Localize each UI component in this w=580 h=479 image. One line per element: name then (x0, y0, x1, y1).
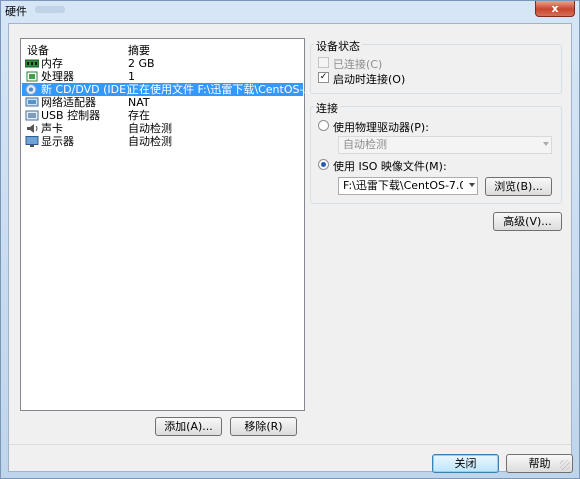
iso-image-radio[interactable] (318, 159, 329, 170)
device-list-header: 设备 摘要 (21, 41, 304, 58)
device-summary: 自动检测 (128, 135, 172, 148)
usb-icon (25, 110, 39, 121)
device-name: USB 控制器 (41, 109, 101, 122)
physical-drive-value: 自动检测 (343, 138, 387, 151)
device-list[interactable]: 设备 摘要 内存 2 GB 处理器 1 新 CD/DVD (IDE) 正在使用文… (20, 38, 314, 411)
add-device-button[interactable]: 添加(A)... (155, 417, 222, 436)
resize-grip[interactable] (560, 460, 570, 470)
device-name: 新 CD/DVD (IDE) (41, 83, 131, 96)
physical-drive-select[interactable]: 自动检测 (338, 136, 552, 154)
device-row-usb[interactable]: USB 控制器 存在 (22, 109, 303, 122)
connected-checkbox[interactable] (318, 57, 329, 68)
device-summary: NAT (128, 96, 150, 109)
cpu-icon (26, 71, 38, 82)
device-row-cd-dvd[interactable]: 新 CD/DVD (IDE) 正在使用文件 F:\迅雷下载\CentOS-... (22, 83, 314, 96)
browse-button[interactable]: 浏览(B)... (485, 177, 552, 196)
connect-at-power-on-label: 启动时连接(O) (333, 73, 406, 86)
device-status-title: 设备状态 (314, 38, 362, 54)
device-name: 内存 (41, 57, 63, 70)
device-summary: 存在 (128, 109, 150, 122)
column-header-device[interactable]: 设备 (27, 42, 49, 58)
advanced-button[interactable]: 高级(V)... (493, 212, 562, 231)
dialog-client-area: 设备 摘要 内存 2 GB 处理器 1 新 CD/DVD (IDE) 正在使用文… (8, 23, 573, 473)
remove-device-button[interactable]: 移除(R) (230, 417, 297, 436)
iso-path-combo[interactable]: F:\迅雷下载\CentOS-7.0-14( (338, 177, 478, 195)
chevron-down-icon (543, 142, 549, 146)
physical-drive-radio[interactable] (318, 120, 329, 131)
device-name: 处理器 (41, 70, 74, 83)
iso-path-value: F:\迅雷下载\CentOS-7.0-14( (343, 179, 463, 192)
hardware-dialog: 硬件 x 设备 摘要 内存 2 GB 处理器 1 新 CD/DVD (IDE) (0, 0, 580, 479)
device-row-network[interactable]: 网络适配器 NAT (22, 96, 303, 109)
device-summary: 1 (128, 70, 135, 83)
title-bar[interactable]: 硬件 x (1, 1, 579, 19)
memory-icon (25, 59, 39, 68)
connected-label: 已连接(C) (333, 58, 383, 71)
device-row-processor[interactable]: 处理器 1 (22, 70, 303, 83)
title-subtext-blurred (35, 6, 65, 13)
device-name: 网络适配器 (41, 96, 96, 109)
device-row-memory[interactable]: 内存 2 GB (22, 57, 303, 70)
column-header-summary[interactable]: 摘要 (128, 42, 150, 58)
device-summary: 自动检测 (128, 122, 172, 135)
iso-image-label: 使用 ISO 映像文件(M): (333, 160, 447, 173)
chevron-down-icon[interactable] (469, 183, 475, 187)
device-name: 声卡 (41, 122, 63, 135)
connect-at-power-on-checkbox[interactable]: ✓ (318, 72, 329, 83)
close-button[interactable]: 关闭 (432, 454, 499, 473)
device-summary: 正在使用文件 F:\迅雷下载\CentOS-... (128, 83, 314, 96)
device-row-sound[interactable]: 声卡 自动检测 (22, 122, 303, 135)
device-row-display[interactable]: 显示器 自动检测 (22, 135, 303, 148)
window-close-button[interactable]: x (535, 1, 575, 17)
display-icon (25, 136, 39, 147)
window-title: 硬件 (5, 5, 27, 18)
device-summary: 2 GB (128, 57, 155, 70)
network-icon (25, 97, 39, 107)
sound-icon (27, 124, 38, 133)
device-name: 显示器 (41, 135, 74, 148)
physical-drive-label: 使用物理驱动器(P): (333, 121, 429, 134)
cd-dvd-icon (25, 84, 37, 95)
connection-title: 连接 (314, 100, 340, 116)
footer-divider (9, 444, 571, 445)
